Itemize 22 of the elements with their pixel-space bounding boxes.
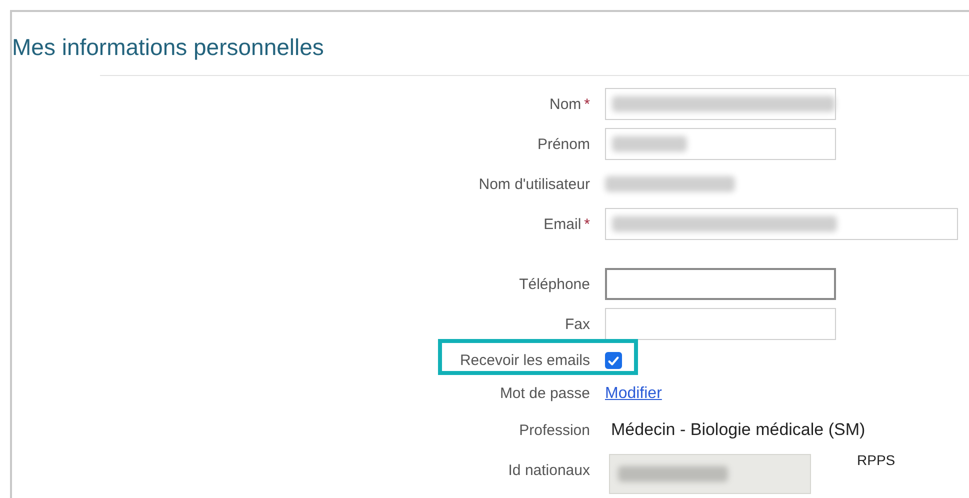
field-label: Téléphone — [519, 276, 590, 292]
input-field[interactable] — [605, 208, 958, 240]
field-label: Email — [544, 216, 582, 232]
input-field[interactable] — [605, 88, 836, 120]
modify-link[interactable]: Modifier — [605, 384, 662, 402]
id-type-label: RPPS — [857, 452, 896, 468]
field-label: Nom — [549, 96, 582, 112]
checkbox[interactable] — [605, 352, 622, 369]
field-label: Fax — [564, 316, 590, 332]
input-field[interactable] — [605, 308, 836, 340]
required-mark: * — [584, 216, 590, 232]
field-label: Recevoir les emails — [460, 352, 590, 369]
field-label: Id nationaux — [508, 462, 590, 478]
field-label: Mot de passe — [500, 385, 590, 402]
field-label: Prénom — [537, 136, 590, 152]
input-field[interactable] — [605, 128, 836, 160]
field-value: Médecin - Biologie médicale (SM) — [611, 420, 866, 440]
input-field[interactable] — [605, 268, 836, 300]
field-label: Nom d'utilisateur — [478, 176, 590, 192]
required-mark: * — [584, 96, 590, 112]
field-label: Profession — [519, 422, 590, 438]
section-title: Mes informations personnelles — [12, 33, 325, 62]
